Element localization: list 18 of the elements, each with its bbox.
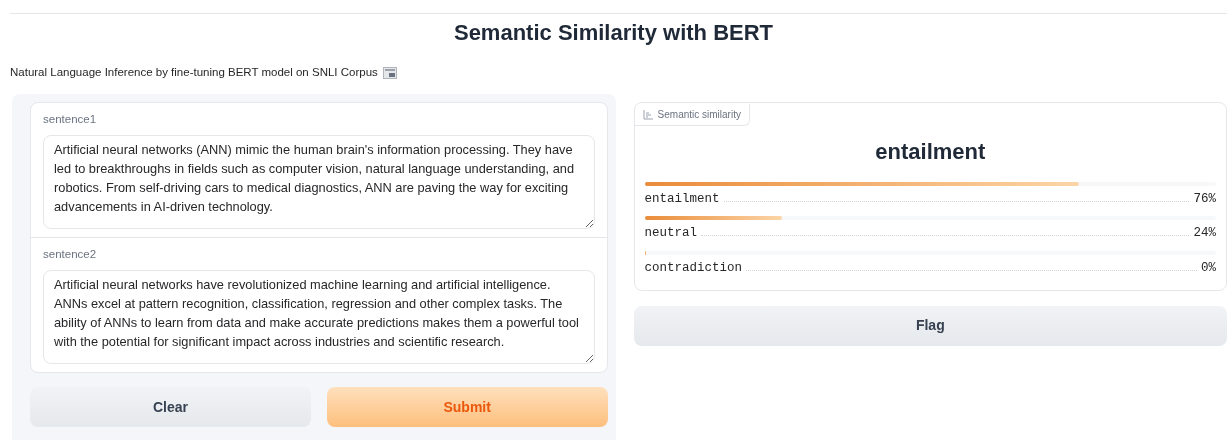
description: Natural Language Inference by fine-tuning BERT model on SNLI Corpus	[10, 65, 378, 81]
class-label: entailment	[644, 190, 720, 208]
bar-chart-icon	[642, 109, 653, 120]
tab-label: Semantic similarity	[657, 108, 741, 123]
image-icon	[382, 67, 397, 79]
confidence-value: 24%	[1193, 225, 1216, 243]
text-field[interactable]: Artificial neural networks (ANN) mimic the human brain's information processing. They have led to breakthroughs in fields such as computer vision, natural language understanding, and robotics. From self-driving cars to medical diagnostics, ANN are paving the way for exciting advancements in AI-driven technology.	[43, 134, 595, 229]
class-label: contradiction	[644, 260, 743, 278]
predicted-label: entailment	[874, 137, 987, 166]
text-field[interactable]: Artificial neural networks have revolutionized machine learning and artificial intelligence. ANNs excel at pattern recognition, classification, regression and other complex tasks. The ability of ANNs to learn from data and make accurate predictions makes them a powerful tool with the potential for significant impact across industries and scientific research.	[43, 270, 595, 365]
page-title: Semantic Similarity with BERT	[452, 20, 775, 47]
class-label: neutral	[644, 225, 698, 243]
confidence-value: 76%	[1193, 190, 1216, 208]
clear-button[interactable]: Clear	[30, 387, 311, 428]
confidence-value: 0%	[1201, 260, 1216, 278]
field-label: sentence2	[43, 246, 98, 262]
field-label: sentence1	[43, 111, 98, 127]
flag-button[interactable]: Flag	[633, 305, 1227, 346]
